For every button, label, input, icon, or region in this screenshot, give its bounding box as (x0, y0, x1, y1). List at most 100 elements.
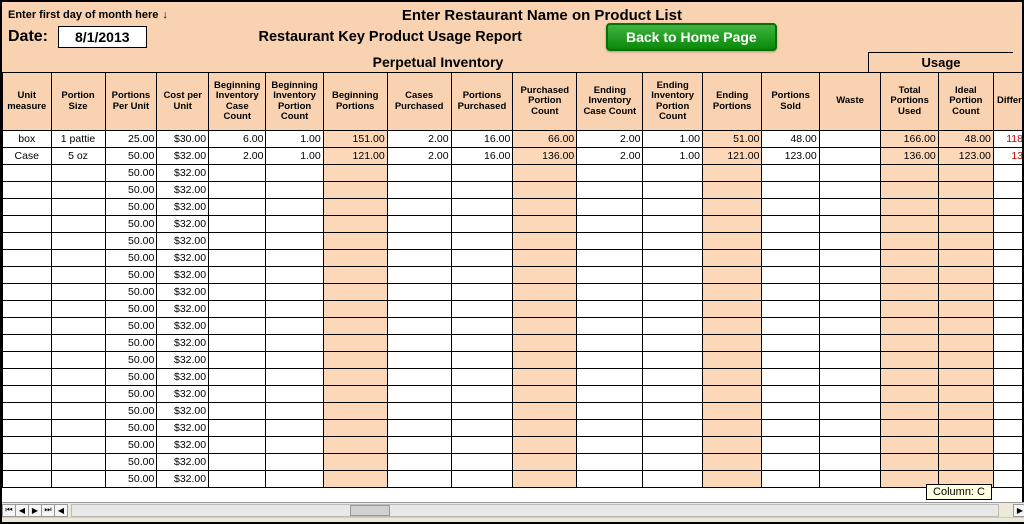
cell[interactable] (762, 284, 819, 301)
cell[interactable] (819, 182, 881, 199)
cell[interactable] (577, 267, 643, 284)
cell[interactable] (266, 369, 323, 386)
cell[interactable] (993, 250, 1022, 267)
cell[interactable] (451, 420, 513, 437)
cell[interactable] (266, 403, 323, 420)
cell[interactable] (323, 199, 387, 216)
table-row[interactable]: 50.00$32.00 (3, 454, 1023, 471)
cell[interactable]: 123.00 (762, 148, 819, 165)
cell[interactable] (266, 301, 323, 318)
cell[interactable] (266, 233, 323, 250)
cell[interactable] (577, 420, 643, 437)
cell[interactable] (266, 335, 323, 352)
cell[interactable] (643, 267, 703, 284)
cell[interactable] (513, 250, 577, 267)
last-sheet-btn[interactable]: ⏭ (41, 504, 55, 517)
cell[interactable]: $32.00 (157, 267, 209, 284)
cell[interactable] (266, 318, 323, 335)
cell[interactable] (993, 335, 1022, 352)
cell[interactable]: 2.00 (577, 148, 643, 165)
cell[interactable] (387, 420, 451, 437)
cell[interactable] (513, 318, 577, 335)
cell[interactable]: 50.00 (105, 182, 157, 199)
cell[interactable] (881, 165, 938, 182)
cell[interactable] (451, 199, 513, 216)
cell[interactable] (3, 454, 52, 471)
cell[interactable] (513, 403, 577, 420)
cell[interactable] (323, 267, 387, 284)
cell[interactable] (577, 199, 643, 216)
cell[interactable] (702, 216, 762, 233)
cell[interactable]: 136.00 (881, 148, 938, 165)
cell[interactable]: 151.00 (323, 131, 387, 148)
cell[interactable] (3, 301, 52, 318)
cell[interactable] (451, 267, 513, 284)
cell[interactable] (762, 420, 819, 437)
cell[interactable] (209, 386, 266, 403)
cell[interactable] (577, 182, 643, 199)
cell[interactable]: 50.00 (105, 284, 157, 301)
cell[interactable] (451, 301, 513, 318)
cell[interactable] (938, 403, 993, 420)
cell[interactable] (702, 318, 762, 335)
cell[interactable] (993, 182, 1022, 199)
scroll-right-btn[interactable]: ▶ (1013, 504, 1024, 517)
cell[interactable] (643, 403, 703, 420)
table-row[interactable]: 50.00$32.00 (3, 403, 1023, 420)
cell[interactable] (881, 386, 938, 403)
cell[interactable] (513, 182, 577, 199)
cell[interactable] (577, 165, 643, 182)
cell[interactable] (451, 216, 513, 233)
cell[interactable] (702, 386, 762, 403)
cell[interactable] (323, 284, 387, 301)
cell[interactable] (209, 318, 266, 335)
cell[interactable] (51, 369, 105, 386)
cell[interactable] (513, 454, 577, 471)
cell[interactable] (762, 199, 819, 216)
cell[interactable] (881, 352, 938, 369)
cell[interactable]: 123.00 (938, 148, 993, 165)
cell[interactable] (577, 284, 643, 301)
cell[interactable] (702, 369, 762, 386)
cell[interactable]: 50.00 (105, 199, 157, 216)
cell[interactable] (702, 471, 762, 488)
cell[interactable] (643, 335, 703, 352)
cell[interactable] (266, 386, 323, 403)
cell[interactable] (51, 250, 105, 267)
cell[interactable]: 51.00 (702, 131, 762, 148)
cell[interactable] (266, 250, 323, 267)
cell[interactable] (819, 301, 881, 318)
cell[interactable] (702, 165, 762, 182)
cell[interactable]: 1.00 (643, 131, 703, 148)
cell[interactable] (323, 352, 387, 369)
cell[interactable] (513, 335, 577, 352)
table-row[interactable]: 50.00$32.00 (3, 216, 1023, 233)
cell[interactable] (762, 165, 819, 182)
cell[interactable] (209, 267, 266, 284)
cell[interactable] (209, 165, 266, 182)
cell[interactable] (51, 182, 105, 199)
cell[interactable] (266, 471, 323, 488)
cell[interactable] (938, 454, 993, 471)
cell[interactable]: $32.00 (157, 233, 209, 250)
cell[interactable] (577, 318, 643, 335)
cell[interactable] (451, 250, 513, 267)
cell[interactable] (643, 199, 703, 216)
cell[interactable] (881, 267, 938, 284)
table-row[interactable]: 50.00$32.00 (3, 386, 1023, 403)
cell[interactable]: $32.00 (157, 403, 209, 420)
cell[interactable]: $32.00 (157, 250, 209, 267)
cell[interactable]: $32.00 (157, 216, 209, 233)
cell[interactable] (762, 437, 819, 454)
cell[interactable] (993, 454, 1022, 471)
cell[interactable] (819, 437, 881, 454)
cell[interactable] (451, 437, 513, 454)
cell[interactable] (387, 335, 451, 352)
cell[interactable] (51, 216, 105, 233)
cell[interactable] (387, 233, 451, 250)
cell[interactable] (266, 454, 323, 471)
cell[interactable] (643, 301, 703, 318)
cell[interactable] (451, 318, 513, 335)
cell[interactable] (266, 437, 323, 454)
cell[interactable] (51, 301, 105, 318)
